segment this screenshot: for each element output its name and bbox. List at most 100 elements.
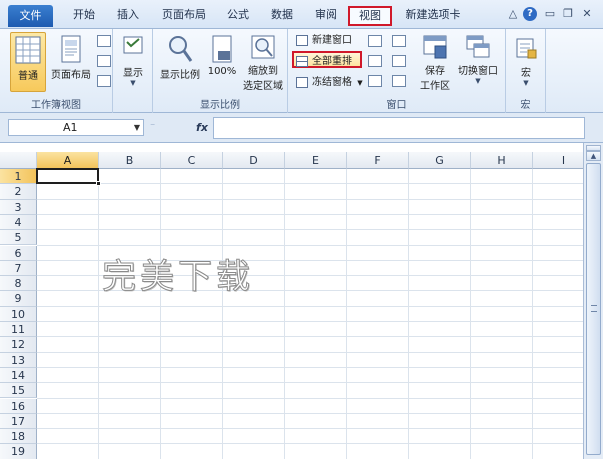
tab-5[interactable]: 数据 xyxy=(264,6,300,26)
tab-1[interactable]: 开始 xyxy=(66,6,102,26)
row-header-16[interactable]: 16 xyxy=(0,398,37,414)
switch-windows-button[interactable]: 切换窗口 ▼ xyxy=(454,32,502,94)
grip-icon xyxy=(591,305,597,312)
column-header-i[interactable]: I xyxy=(533,152,583,169)
group-label-workbook-views: 工作簿视图 xyxy=(31,100,81,111)
chevron-down-icon: ▼ xyxy=(523,79,529,87)
freeze-panes-label: 冻结窗格 xyxy=(312,77,352,88)
column-header-h[interactable]: H xyxy=(471,152,533,169)
column-header-c[interactable]: C xyxy=(161,152,223,169)
row-header-18[interactable]: 18 xyxy=(0,429,37,445)
zoom-100-icon xyxy=(212,35,232,63)
tab-6[interactable]: 审阅 xyxy=(308,6,344,26)
row-header-1[interactable]: 1 xyxy=(0,169,37,185)
row-header-3[interactable]: 3 xyxy=(0,199,37,215)
row-header-5[interactable]: 5 xyxy=(0,230,37,246)
row-header-13[interactable]: 13 xyxy=(0,352,37,368)
chevron-down-icon[interactable]: ▼ xyxy=(134,120,140,135)
zoom-100-button[interactable]: 100% xyxy=(205,32,239,92)
full-screen-icon[interactable] xyxy=(97,75,111,87)
save-workspace-label-2: 工作区 xyxy=(420,81,450,92)
synchronous-scrolling-icon[interactable] xyxy=(392,55,406,67)
scroll-up-icon[interactable]: ▲ xyxy=(586,151,601,161)
insert-function-icon[interactable]: fx xyxy=(192,119,212,136)
row-header-4[interactable]: 4 xyxy=(0,214,37,231)
split-icon[interactable] xyxy=(368,35,382,47)
save-workspace-icon xyxy=(423,35,447,59)
active-cell[interactable] xyxy=(36,168,101,187)
hide-icon[interactable] xyxy=(368,55,382,67)
row-header-11[interactable]: 11 xyxy=(0,322,37,338)
custom-views-icon[interactable] xyxy=(97,55,111,67)
macro-icon xyxy=(516,38,537,59)
macros-label: 宏 xyxy=(521,68,531,79)
tab-3[interactable]: 页面布局 xyxy=(155,6,213,26)
name-box-value: A1 xyxy=(63,121,78,134)
row-header-9[interactable]: 9 xyxy=(0,291,37,307)
zoom-to-selection-button[interactable]: 缩放到 选定区域 xyxy=(241,32,285,94)
zoom-button[interactable]: 显示比例 xyxy=(157,32,203,92)
restore-icon[interactable]: ❐ xyxy=(561,7,575,21)
fill-handle[interactable] xyxy=(96,181,101,187)
row-header-17[interactable]: 17 xyxy=(0,413,37,430)
select-all-corner[interactable] xyxy=(0,152,37,169)
close-icon[interactable]: ✕ xyxy=(580,7,594,21)
worksheet-grid[interactable]: ABCDEFGHI 1 2 3 4 5 6 7 8 9 10 11 12 13 14 15 16 17 18 19 … xyxy=(0,152,583,459)
group-workbook-views: 普通 页面布局 工作簿视图 xyxy=(0,29,113,113)
unhide-icon[interactable] xyxy=(368,75,382,87)
save-workspace-button[interactable]: 保存 工作区 xyxy=(416,32,454,94)
ribbon-tab-bar: 文件 开始 插入 页面布局 公式 数据 审阅 视图 新建选项卡 △ ? ▭ ❐ ✕ xyxy=(0,0,603,29)
new-window-icon xyxy=(296,35,308,46)
page-layout-view-button[interactable]: 页面布局 xyxy=(49,32,93,92)
column-header-e[interactable]: E xyxy=(285,152,347,169)
freeze-panes-button[interactable]: 冻结窗格 ▼ xyxy=(294,74,363,91)
arrange-all-button[interactable]: 全部重排 xyxy=(292,51,362,68)
row-header-14[interactable]: 14 xyxy=(0,367,37,384)
row-header-19[interactable]: 19 xyxy=(0,444,37,459)
row-header-6[interactable]: 6 xyxy=(0,245,37,261)
group-label-macros: 宏 xyxy=(520,100,531,111)
tab-7[interactable]: 视图 xyxy=(348,6,392,26)
row-header-2[interactable]: 2 xyxy=(0,184,37,200)
row-header-8[interactable]: 8 xyxy=(0,276,37,292)
group-label-window: 窗口 xyxy=(386,100,407,111)
tab-2[interactable]: 插入 xyxy=(110,6,146,26)
macros-button[interactable]: 宏 ▼ xyxy=(510,32,542,92)
help-icon[interactable]: ? xyxy=(523,7,537,21)
save-workspace-label-1: 保存 xyxy=(425,66,445,77)
page-layout-label: 页面布局 xyxy=(51,70,91,81)
view-side-by-side-icon[interactable] xyxy=(392,35,406,47)
column-header-b[interactable]: B xyxy=(99,152,161,169)
minimize-icon[interactable]: ▭ xyxy=(543,7,557,21)
new-window-button[interactable]: 新建窗口 xyxy=(294,32,352,49)
formula-bar-separator-icon: ⁻ xyxy=(150,122,156,133)
tab-4[interactable]: 公式 xyxy=(220,6,256,26)
scrollbar-thumb[interactable] xyxy=(586,163,601,455)
column-header-f[interactable]: F xyxy=(347,152,409,169)
tab-8[interactable]: 新建选项卡 xyxy=(398,6,468,26)
reset-window-position-icon[interactable] xyxy=(392,75,406,87)
page-break-preview-icon[interactable] xyxy=(97,35,111,47)
new-window-label: 新建窗口 xyxy=(312,35,352,46)
formula-input[interactable] xyxy=(213,117,585,139)
column-header-g[interactable]: G xyxy=(409,152,471,169)
row-header-15[interactable]: 15 xyxy=(0,383,37,399)
tab-0[interactable]: 文件 xyxy=(8,5,53,27)
zoom-selection-label-1: 缩放到 xyxy=(248,66,278,77)
name-box[interactable]: A1 ▼ xyxy=(8,119,144,136)
column-header-a[interactable]: A xyxy=(37,152,99,169)
watermark: 完美下载 xyxy=(102,257,254,298)
chevron-down-icon: ▼ xyxy=(130,79,136,87)
show-label: 显示 xyxy=(123,68,143,79)
show-icon xyxy=(123,36,143,54)
vertical-scrollbar[interactable]: ▲ xyxy=(583,143,603,459)
row-header-10[interactable]: 10 xyxy=(0,306,37,322)
row-header-12[interactable]: 12 xyxy=(0,337,37,353)
normal-view-button[interactable]: 普通 xyxy=(10,32,46,92)
row-header-7[interactable]: 7 xyxy=(0,260,37,277)
zoom-selection-icon xyxy=(251,35,275,59)
zoom-label: 显示比例 xyxy=(160,70,200,81)
ribbon-collapse-icon[interactable]: △ xyxy=(506,7,520,21)
column-header-d[interactable]: D xyxy=(223,152,285,169)
show-button[interactable]: 显示 ▼ xyxy=(117,32,149,92)
